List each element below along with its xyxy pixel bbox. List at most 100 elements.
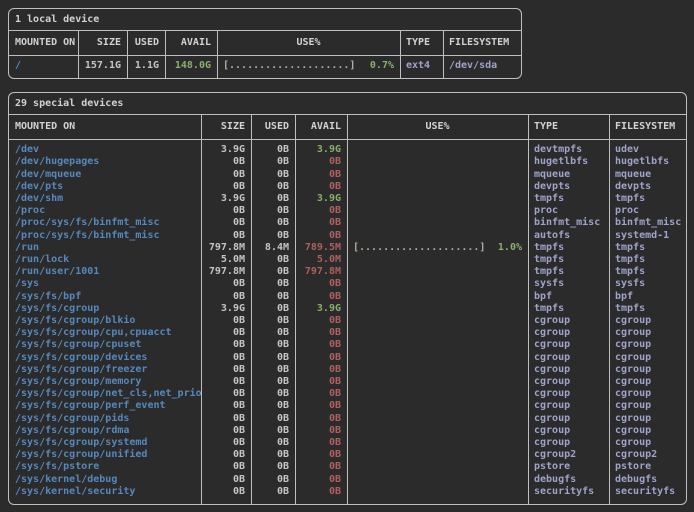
size-cell: 5.0M <box>201 254 251 266</box>
size-cell: 0B <box>201 486 251 498</box>
avail-cell: 797.8M <box>295 266 347 278</box>
filesystem-cell: cgroup <box>609 388 686 400</box>
avail-cell: 789.5M <box>295 242 347 254</box>
filesystem-cell: /dev/sda <box>443 60 521 72</box>
column-separator <box>201 115 202 504</box>
filesystem-cell: hugetlbfs <box>609 156 686 168</box>
usage-cell <box>347 217 528 229</box>
filesystem-cell: cgroup <box>609 413 686 425</box>
column-separator <box>347 115 348 504</box>
avail-cell: 0B <box>295 291 347 303</box>
used-cell: 1.1G <box>127 60 165 72</box>
type-cell: cgroup <box>528 425 609 437</box>
used-cell: 0B <box>251 303 295 315</box>
filesystem-cell: tmpfs <box>609 193 686 205</box>
type-cell: debugfs <box>528 474 609 486</box>
size-cell: 0B <box>201 205 251 217</box>
usage-cell <box>347 449 528 461</box>
type-cell: proc <box>528 205 609 217</box>
filesystem-cell: binfmt_misc <box>609 217 686 229</box>
avail-cell: 0B <box>295 437 347 449</box>
used-cell: 0B <box>251 388 295 400</box>
avail-cell: 3.9G <box>295 144 347 156</box>
type-cell: tmpfs <box>528 254 609 266</box>
type-cell: devpts <box>528 181 609 193</box>
mount-point-cell: /sys/fs/cgroup/cpuset <box>9 339 201 351</box>
usage-cell <box>347 193 528 205</box>
column-header: AVAIL <box>165 31 217 55</box>
special-table-body: MOUNTED ONSIZEUSEDAVAILUSE%TYPEFILESYSTE… <box>9 115 686 504</box>
column-separator <box>609 115 610 504</box>
mount-point-cell: /sys/fs/cgroup/cpu,cpuacct <box>9 327 201 339</box>
size-cell: 0B <box>201 156 251 168</box>
type-cell: tmpfs <box>528 303 609 315</box>
used-cell: 0B <box>251 181 295 193</box>
mount-point-cell: /sys/fs/cgroup <box>9 303 201 315</box>
size-cell: 0B <box>201 181 251 193</box>
usage-cell: [....................]1.0% <box>347 242 528 254</box>
size-cell: 0B <box>201 413 251 425</box>
size-cell: 3.9G <box>201 303 251 315</box>
used-cell: 0B <box>251 266 295 278</box>
avail-cell: 0B <box>295 364 347 376</box>
size-cell: 797.8M <box>201 266 251 278</box>
usage-cell <box>347 230 528 242</box>
mount-point-cell: /sys/fs/cgroup/perf_event <box>9 400 201 412</box>
filesystem-cell: tmpfs <box>609 266 686 278</box>
filesystem-cell: cgroup <box>609 352 686 364</box>
usage-cell <box>347 339 528 351</box>
used-cell: 0B <box>251 474 295 486</box>
type-cell: cgroup2 <box>528 449 609 461</box>
used-cell: 0B <box>251 352 295 364</box>
used-cell: 0B <box>251 205 295 217</box>
size-cell: 0B <box>201 217 251 229</box>
avail-cell: 0B <box>295 181 347 193</box>
type-cell: cgroup <box>528 388 609 400</box>
used-cell: 0B <box>251 437 295 449</box>
filesystem-cell: cgroup <box>609 437 686 449</box>
mount-point-cell: /dev <box>9 144 201 156</box>
special-table-title: 29 special devices <box>9 93 686 115</box>
filesystem-cell: bpf <box>609 291 686 303</box>
mount-point-cell: /sys/fs/cgroup/freezer <box>9 364 201 376</box>
usage-cell <box>347 327 528 339</box>
usage-cell <box>347 388 528 400</box>
size-cell: 0B <box>201 230 251 242</box>
type-cell: cgroup <box>528 413 609 425</box>
size-cell: 3.9G <box>201 144 251 156</box>
mount-point-cell: /dev/pts <box>9 181 201 193</box>
mount-point-cell: /run/user/1001 <box>9 266 201 278</box>
column-header: FILESYSTEM <box>609 115 686 139</box>
local-devices-table: 1 local device MOUNTED ONSIZEUSEDAVAILUS… <box>8 8 522 79</box>
mount-point-cell: /sys/fs/pstore <box>9 461 201 473</box>
avail-cell: 148.0G <box>165 60 217 72</box>
usage-cell <box>347 376 528 388</box>
mount-point-cell: /proc/sys/fs/binfmt_misc <box>9 230 201 242</box>
filesystem-cell: cgroup2 <box>609 449 686 461</box>
filesystem-cell: pstore <box>609 461 686 473</box>
avail-cell: 0B <box>295 315 347 327</box>
column-header: SIZE <box>78 31 127 55</box>
mount-point-cell: / <box>9 60 78 72</box>
column-header: SIZE <box>201 115 251 139</box>
local-table-body: MOUNTED ONSIZEUSEDAVAILUSE%TYPEFILESYSTE… <box>9 31 521 78</box>
usage-cell <box>347 291 528 303</box>
avail-cell: 0B <box>295 449 347 461</box>
usage-cell <box>347 437 528 449</box>
filesystem-cell: cgroup <box>609 364 686 376</box>
usage-bar: [....................] <box>353 242 485 254</box>
used-cell: 0B <box>251 291 295 303</box>
size-cell: 0B <box>201 449 251 461</box>
column-header: TYPE <box>528 115 609 139</box>
filesystem-cell: cgroup <box>609 315 686 327</box>
size-cell: 3.9G <box>201 193 251 205</box>
column-separator <box>443 31 444 78</box>
mount-point-cell: /sys/fs/cgroup/systemd <box>9 437 201 449</box>
size-cell: 0B <box>201 352 251 364</box>
usage-cell <box>347 486 528 498</box>
column-header: TYPE <box>400 31 443 55</box>
type-cell: cgroup <box>528 376 609 388</box>
size-cell: 0B <box>201 364 251 376</box>
mount-point-cell: /sys <box>9 278 201 290</box>
avail-cell: 0B <box>295 217 347 229</box>
